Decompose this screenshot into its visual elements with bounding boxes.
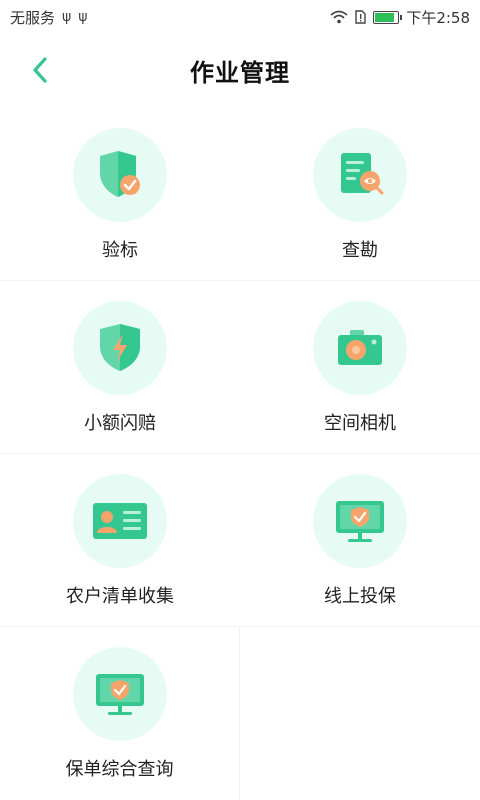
battery-icon <box>373 10 403 24</box>
menu-item-label: 查勘 <box>342 240 378 261</box>
shield-flash-icon <box>100 324 140 371</box>
menu-item-label: 空间相机 <box>324 413 396 434</box>
icon-circle <box>73 474 167 568</box>
header: 作业管理 <box>0 34 480 106</box>
usb-icon: ψ <box>62 9 72 25</box>
menu-item-space-camera[interactable]: 空间相机 <box>240 281 480 454</box>
carrier-text: 无服务 <box>10 8 56 27</box>
back-button[interactable] <box>22 52 58 88</box>
status-bar: 无服务 ψ ψ 下午2:58 <box>0 0 480 34</box>
icon-circle <box>73 301 167 395</box>
camera-icon <box>338 330 382 365</box>
clock: 下午2:58 <box>406 8 470 27</box>
menu-item-online-insure[interactable]: 线上投保 <box>240 454 480 627</box>
wifi-icon <box>330 10 348 24</box>
menu-item-label: 验标 <box>102 240 138 261</box>
icon-circle <box>72 647 167 741</box>
usb-icon: ψ <box>78 9 88 25</box>
monitor-check-icon <box>95 674 144 715</box>
shield-check-icon <box>100 151 140 197</box>
menu-item-label: 农户清单收集 <box>66 586 174 607</box>
id-card-icon <box>93 503 147 539</box>
icon-circle <box>313 128 407 222</box>
document-inspect-icon <box>341 153 384 195</box>
menu-item-label: 保单综合查询 <box>65 759 174 780</box>
icon-circle <box>313 301 407 395</box>
menu-item-verify-target[interactable]: 验标 <box>0 108 240 281</box>
menu-grid: 验标 查勘 小额闪赔 空间相机 农户清单收集 线上投保 保单综合查询 <box>0 108 480 800</box>
menu-item-small-claims[interactable]: 小额闪赔 <box>0 281 240 454</box>
status-left: 无服务 ψ ψ <box>10 7 88 28</box>
sim-alert-icon <box>355 10 367 24</box>
menu-item-label: 线上投保 <box>324 586 396 607</box>
menu-item-label: 小额闪赔 <box>84 413 156 434</box>
page-title: 作业管理 <box>190 58 290 87</box>
menu-item-farmer-list[interactable]: 农户清单收集 <box>0 454 240 627</box>
monitor-check-icon <box>336 501 384 542</box>
empty-cell <box>240 627 480 800</box>
chevron-left-icon <box>33 57 47 83</box>
menu-item-survey[interactable]: 查勘 <box>240 108 480 281</box>
status-right: 下午2:58 <box>330 7 470 28</box>
icon-circle <box>73 128 167 222</box>
icon-circle <box>313 474 407 568</box>
menu-item-policy-query[interactable]: 保单综合查询 <box>0 627 240 800</box>
